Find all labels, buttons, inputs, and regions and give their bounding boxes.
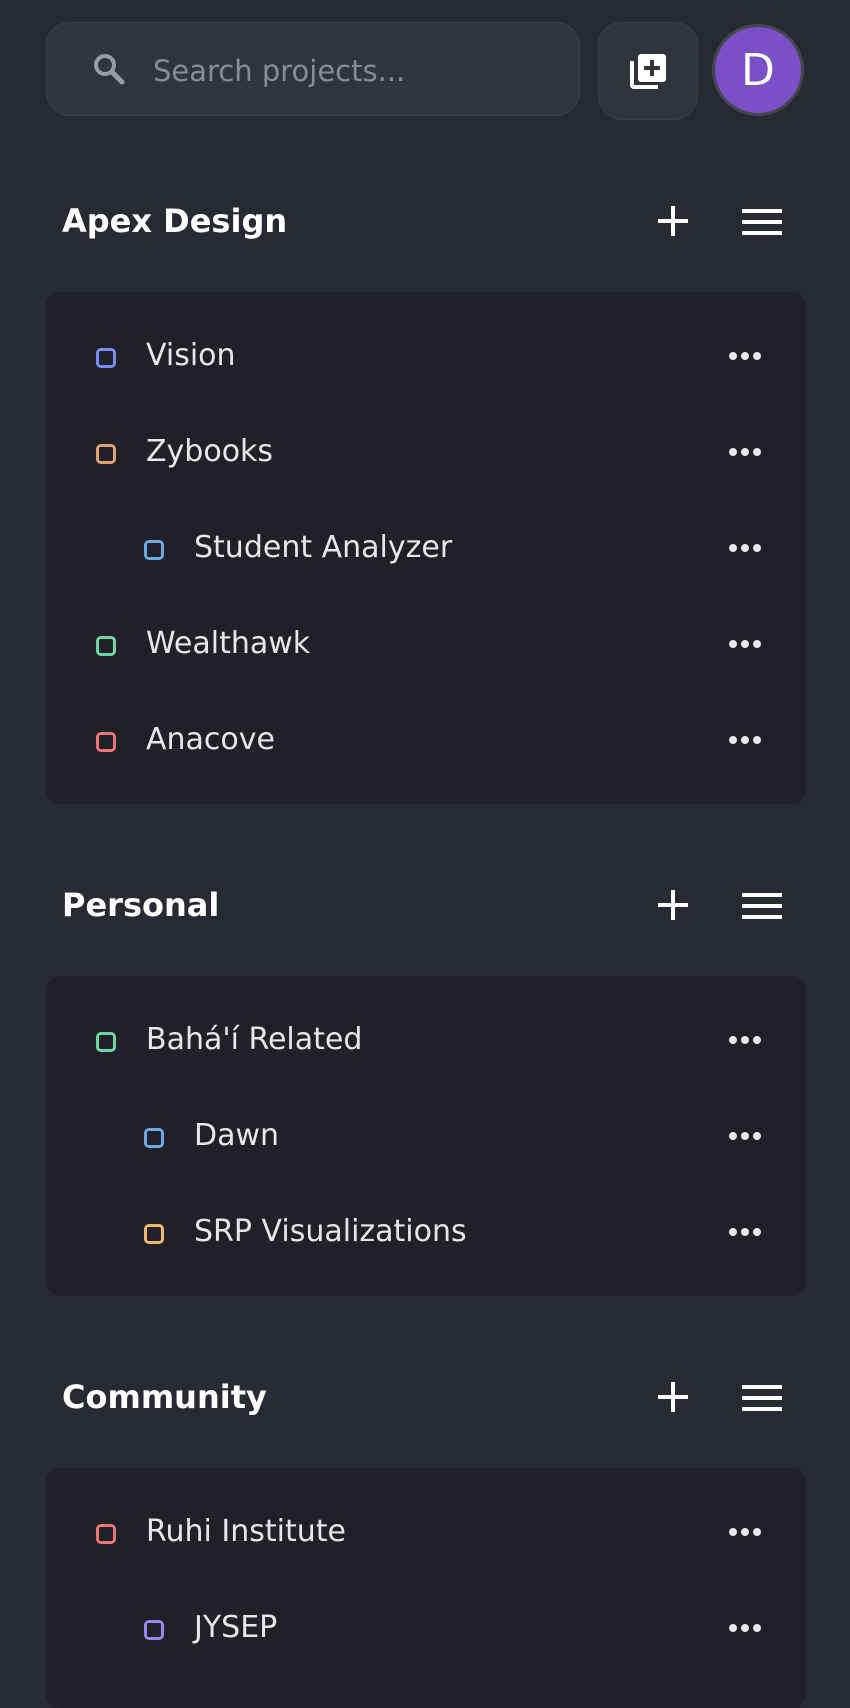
project-label: Wealthawk	[146, 626, 311, 661]
project-label: Zybooks	[146, 434, 274, 469]
menu-icon[interactable]	[742, 1382, 782, 1414]
project-color-icon	[96, 444, 116, 464]
project-row-dawn[interactable]: Dawn	[46, 1090, 806, 1186]
project-color-icon	[144, 1224, 164, 1244]
project-color-icon	[144, 540, 164, 560]
project-label: SRP Visualizations	[194, 1214, 467, 1249]
group-title: Personal	[62, 886, 220, 924]
project-color-icon	[96, 1032, 116, 1052]
project-color-icon	[144, 1620, 164, 1640]
project-list: Ruhi Institute JYSEP	[46, 1468, 806, 1708]
more-options-icon[interactable]	[728, 634, 762, 654]
project-row-anacove[interactable]: Anacove	[46, 694, 806, 790]
project-row-srp-visualizations[interactable]: SRP Visualizations	[46, 1186, 806, 1282]
project-label: Ruhi Institute	[146, 1514, 346, 1549]
project-list: Bahá'í Related Dawn SRP Visualizations	[46, 976, 806, 1296]
group-title: Community	[62, 1378, 267, 1416]
add-project-icon[interactable]	[656, 1380, 690, 1414]
more-options-icon[interactable]	[728, 1030, 762, 1050]
new-project-button[interactable]	[598, 22, 698, 120]
project-list: Vision Zybooks Student Analyzer Wealthaw…	[46, 292, 806, 804]
search-input[interactable]	[151, 45, 555, 97]
project-row-student-analyzer[interactable]: Student Analyzer	[46, 502, 806, 598]
project-row-bahai-related[interactable]: Bahá'í Related	[46, 994, 806, 1090]
project-label: JYSEP	[194, 1610, 278, 1645]
project-row-wealthawk[interactable]: Wealthawk	[46, 598, 806, 694]
menu-icon[interactable]	[742, 890, 782, 922]
more-options-icon[interactable]	[728, 346, 762, 366]
project-row-zybooks[interactable]: Zybooks	[46, 406, 806, 502]
project-color-icon	[96, 348, 116, 368]
project-row-ruhi-institute[interactable]: Ruhi Institute	[46, 1486, 806, 1582]
more-options-icon[interactable]	[728, 1222, 762, 1242]
avatar[interactable]: D	[712, 24, 804, 116]
avatar-initial: D	[741, 44, 775, 96]
project-color-icon	[96, 1524, 116, 1544]
more-options-icon[interactable]	[728, 538, 762, 558]
library-add-icon	[630, 54, 666, 89]
more-options-icon[interactable]	[728, 442, 762, 462]
project-label: Vision	[146, 338, 236, 373]
project-color-icon	[144, 1128, 164, 1148]
group-header-apex-design: Apex Design	[62, 192, 792, 252]
project-color-icon	[96, 636, 116, 656]
more-options-icon[interactable]	[728, 730, 762, 750]
project-label: Anacove	[146, 722, 275, 757]
menu-icon[interactable]	[742, 206, 782, 238]
project-row-jysep[interactable]: JYSEP	[46, 1582, 806, 1678]
project-label: Student Analyzer	[194, 530, 453, 565]
project-label: Bahá'í Related	[146, 1022, 363, 1057]
more-options-icon[interactable]	[728, 1522, 762, 1542]
more-options-icon[interactable]	[728, 1618, 762, 1638]
search-icon	[94, 54, 125, 85]
group-header-community: Community	[62, 1368, 792, 1428]
top-bar: D	[46, 22, 806, 120]
project-color-icon	[96, 732, 116, 752]
project-label: Dawn	[194, 1118, 280, 1153]
search-box[interactable]	[46, 22, 580, 116]
group-title: Apex Design	[62, 202, 288, 240]
project-row-vision[interactable]: Vision	[46, 310, 806, 406]
add-project-icon[interactable]	[656, 888, 690, 922]
more-options-icon[interactable]	[728, 1126, 762, 1146]
add-project-icon[interactable]	[656, 204, 690, 238]
group-header-personal: Personal	[62, 876, 792, 936]
